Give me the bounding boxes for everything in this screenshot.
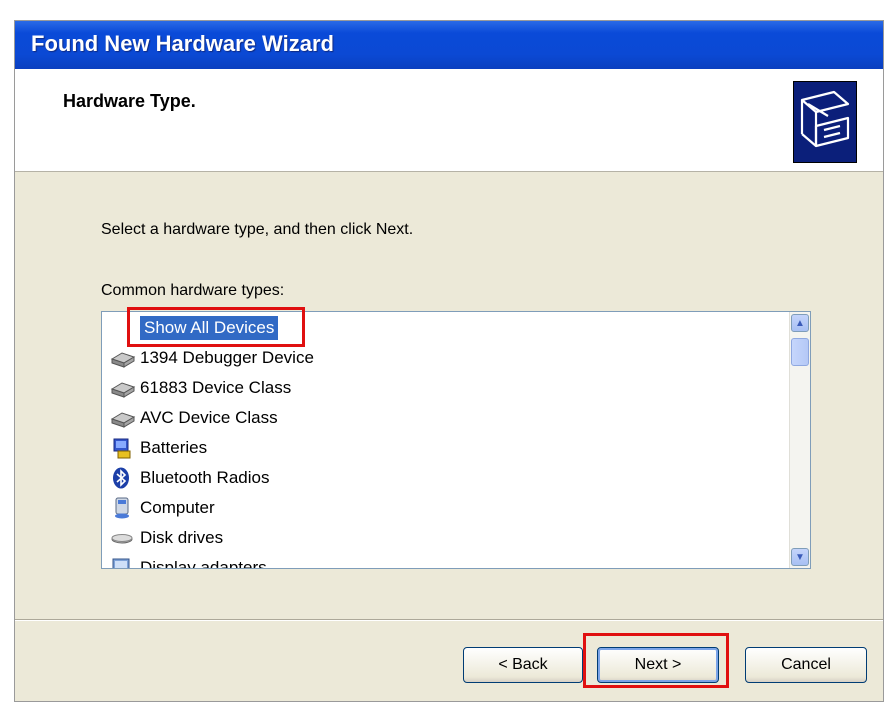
chevron-down-icon: ▼ xyxy=(795,551,805,563)
next-button-highlight xyxy=(583,633,729,688)
list-item-1394-debugger[interactable]: 1394 Debugger Device xyxy=(110,344,314,372)
show-all-devices-highlight xyxy=(127,307,305,347)
instruction-text: Select a hardware type, and then click N… xyxy=(101,221,414,238)
device-class-icon xyxy=(110,347,136,369)
battery-icon xyxy=(110,437,136,459)
scroll-up-button[interactable]: ▲ xyxy=(791,314,809,332)
bluetooth-icon xyxy=(110,467,136,489)
display-adapter-icon xyxy=(110,557,136,568)
scroll-down-button[interactable]: ▼ xyxy=(791,548,809,566)
list-item-bluetooth-radios[interactable]: Bluetooth Radios xyxy=(110,464,269,492)
disk-drive-icon xyxy=(110,527,136,549)
wizard-header: Hardware Type. xyxy=(15,69,883,172)
list-item-avc-device-class[interactable]: AVC Device Class xyxy=(110,404,278,432)
computer-icon xyxy=(110,497,136,519)
list-item-disk-drives[interactable]: Disk drives xyxy=(110,524,223,552)
page-title: Hardware Type. xyxy=(63,91,196,111)
window-title: Found New Hardware Wizard xyxy=(31,31,334,56)
scroll-thumb[interactable] xyxy=(791,338,809,366)
list-item-computer[interactable]: Computer xyxy=(110,494,215,522)
hardware-types-label: Common hardware types: xyxy=(101,282,285,299)
title-bar[interactable]: Found New Hardware Wizard xyxy=(15,21,883,69)
list-scrollbar[interactable]: ▲ ▼ xyxy=(789,312,810,568)
list-item-61883-device-class[interactable]: 61883 Device Class xyxy=(110,374,291,402)
device-class-icon xyxy=(110,407,136,429)
back-button[interactable]: < Back xyxy=(463,647,583,683)
cancel-button[interactable]: Cancel xyxy=(745,647,867,683)
hardware-card-icon xyxy=(793,81,857,163)
list-items: Show All Devices 1394 Debugger Device 61… xyxy=(102,312,788,568)
wizard-window: Found New Hardware Wizard Hardware Type.… xyxy=(14,20,884,702)
chevron-up-icon: ▲ xyxy=(795,317,805,329)
hardware-types-list[interactable]: Show All Devices 1394 Debugger Device 61… xyxy=(101,311,811,569)
list-item-display-adapters[interactable]: Display adapters xyxy=(110,554,267,568)
device-class-icon xyxy=(110,377,136,399)
footer-divider xyxy=(15,619,883,621)
list-item-batteries[interactable]: Batteries xyxy=(110,434,207,462)
